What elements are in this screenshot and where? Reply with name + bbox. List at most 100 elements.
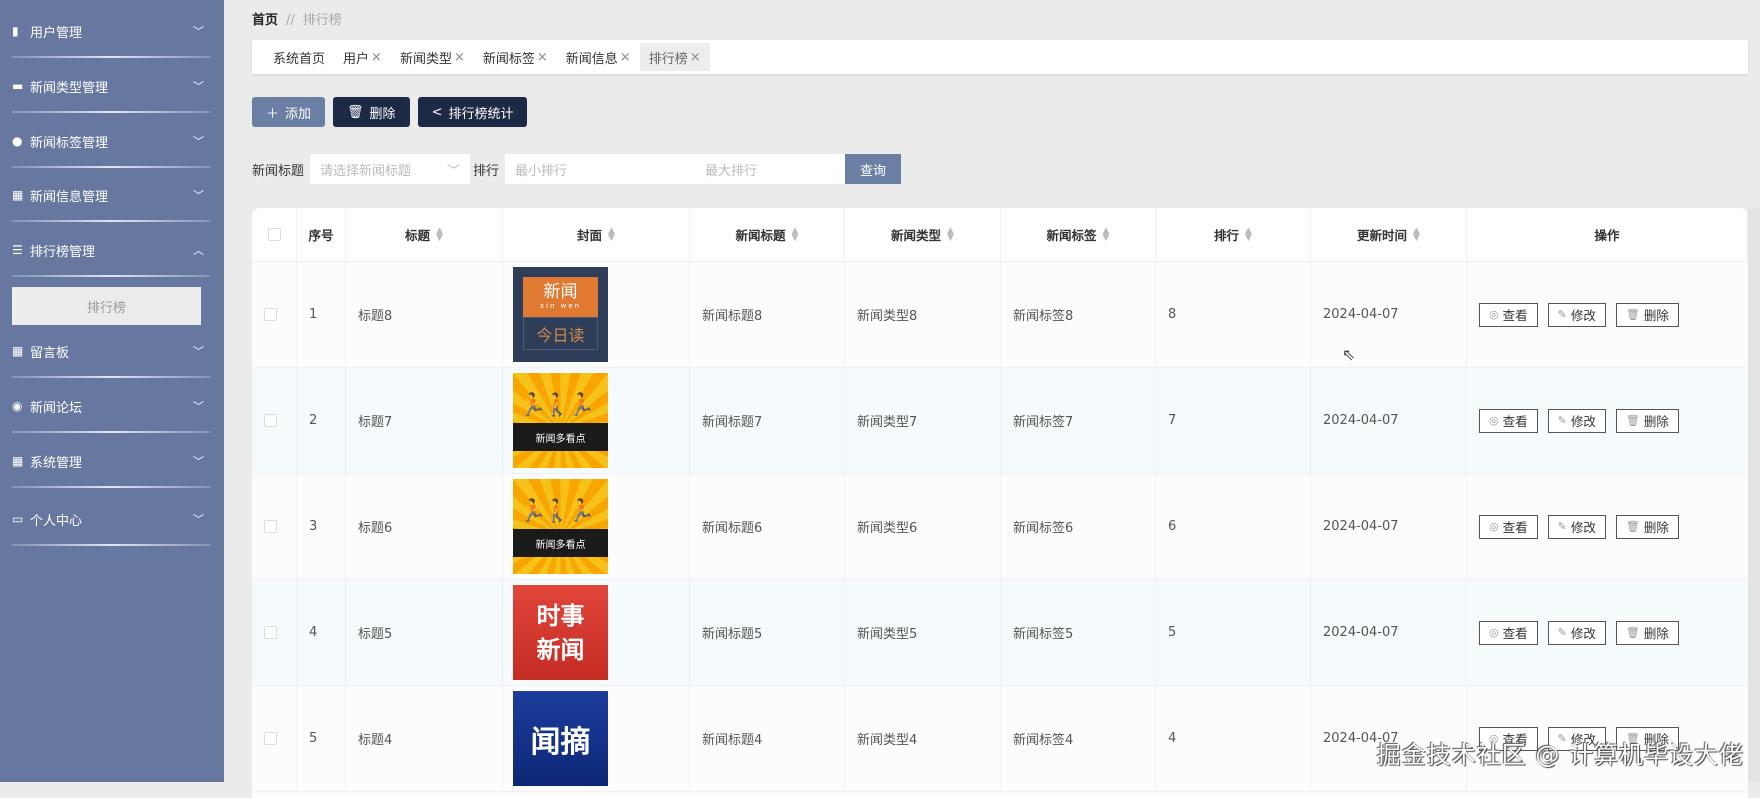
tab-5[interactable]: 排行榜 × <box>639 43 710 71</box>
sidebar-item-6[interactable]: ◉ 新闻论坛 ﹀ <box>0 379 224 433</box>
news-title-cell: 新闻标题5 <box>690 580 845 685</box>
tab-0[interactable]: 系统首页 <box>264 43 334 71</box>
trash-icon: 🗑︎ <box>1625 308 1640 321</box>
chevron-down-icon: ﹀ <box>193 400 204 413</box>
sidebar-item-7[interactable]: ▦ 系统管理 ﹀ <box>0 434 224 488</box>
header-cell[interactable]: 新闻类型 ▲ ▼ <box>845 208 1001 261</box>
chevron-up-icon: ︿ <box>193 244 204 257</box>
rank-cell: 5 <box>1156 580 1311 685</box>
sort-icon[interactable]: ▲ ▼ <box>1413 226 1420 242</box>
news-title-label: 新闻标题 <box>252 163 305 179</box>
trash-icon: 🗑︎ <box>1625 414 1640 427</box>
sort-icon[interactable]: ▲ ▼ <box>436 226 443 242</box>
row-delete-button[interactable]: 🗑︎ 删除 <box>1615 408 1679 433</box>
edit-button[interactable]: ✎ 修改 <box>1547 408 1606 433</box>
trash-icon: 🗑︎ <box>1625 626 1640 639</box>
close-icon[interactable]: × <box>371 50 382 65</box>
sidebar-item-8[interactable]: ▭ 个人中心 ﹀ <box>0 492 224 546</box>
chevron-down-icon: ﹀ <box>193 455 204 468</box>
rank-cell: 7 <box>1156 368 1311 473</box>
sidebar-item-5[interactable]: ▦ 留言板 ﹀ <box>0 324 224 378</box>
query-button[interactable]: 查询 <box>845 154 902 184</box>
tab-label: 新闻信息 <box>565 51 618 67</box>
rank: 5 <box>1168 625 1177 640</box>
row-checkbox[interactable] <box>264 732 277 745</box>
actions-cell: ◎ 查看 ✎ 修改 🗑︎ 删除 <box>1467 262 1748 367</box>
min-rank-input[interactable]: 最小排行 <box>505 154 696 184</box>
row-checkbox[interactable] <box>264 626 277 639</box>
sidebar-item-1[interactable]: ▬ 新闻类型管理 ﹀ <box>0 59 224 113</box>
sort-icon[interactable]: ▲ ▼ <box>947 226 954 242</box>
delete-button[interactable]: 🗑︎ 删除 <box>333 97 410 127</box>
sort-icon[interactable]: ▲ ▼ <box>1245 226 1252 242</box>
close-icon[interactable]: × <box>537 50 548 65</box>
tab-4[interactable]: 新闻信息 × <box>557 43 640 71</box>
rank-cell: 8 <box>1156 262 1311 367</box>
sidebar-item-4[interactable]: ☰ 排行榜管理 ︿ <box>0 223 224 277</box>
title: 标题8 <box>358 309 393 324</box>
row-number-cell: 4 <box>297 580 346 685</box>
view-button[interactable]: ◎ 查看 <box>1479 620 1538 645</box>
eye-icon: ◎ <box>1489 626 1499 639</box>
add-button[interactable]: ＋ 添加 <box>252 97 326 127</box>
row-checkbox[interactable] <box>264 414 277 427</box>
tab-3[interactable]: 新闻标签 × <box>474 43 557 71</box>
sidebar-item-label: 新闻信息管理 <box>30 189 109 205</box>
rank-cell: 6 <box>1156 474 1311 579</box>
row-delete-button[interactable]: 🗑︎ 删除 <box>1615 302 1679 327</box>
close-icon[interactable]: × <box>620 50 631 65</box>
header-cell[interactable]: 新闻标题 ▲ ▼ <box>690 208 845 261</box>
breadcrumb-home[interactable]: 首页 <box>252 13 278 28</box>
sidebar-item-label: 新闻论坛 <box>30 400 83 416</box>
list-icon: ☰ <box>12 243 23 257</box>
cover-cell: 新闻 xin wen 今日读 <box>503 262 690 367</box>
title-cell: 标题6 <box>346 474 503 579</box>
header-cell[interactable]: 新闻标签 ▲ ▼ <box>1001 208 1156 261</box>
chevron-down-icon: ﹀ <box>447 163 461 179</box>
select-all-checkbox[interactable] <box>267 228 281 241</box>
row-number-cell: 1 <box>297 262 346 367</box>
header-cell[interactable]: 排行 ▲ ▼ <box>1156 208 1311 261</box>
sidebar-item-2[interactable]: ● 新闻标签管理 ﹀ <box>0 114 224 168</box>
edit-button[interactable]: ✎ 修改 <box>1547 302 1606 327</box>
view-button[interactable]: ◎ 查看 <box>1479 302 1538 327</box>
header-cell[interactable]: 封面 ▲ ▼ <box>503 208 690 261</box>
edit-button[interactable]: ✎ 修改 <box>1547 514 1606 539</box>
header-cell[interactable]: 标题 ▲ ▼ <box>346 208 503 261</box>
view-button[interactable]: ◎ 查看 <box>1479 514 1538 539</box>
row-delete-button[interactable]: 🗑︎ 删除 <box>1615 620 1679 645</box>
header-cell[interactable]: 更新时间 ▲ ▼ <box>1311 208 1467 261</box>
checkbox-cell <box>252 580 297 685</box>
tab-label: 用户 <box>343 51 370 67</box>
stats-button[interactable]: < 排行榜统计 <box>417 97 528 127</box>
news-title-select[interactable]: 请选择新闻标题 ﹀ <box>310 154 471 184</box>
news-title: 新闻标题8 <box>702 309 763 324</box>
row-checkbox[interactable] <box>264 520 277 533</box>
add-label: 添加 <box>285 106 312 122</box>
grid-icon: ▦ <box>12 188 24 202</box>
news-type-cell: 新闻类型4 <box>845 686 1001 791</box>
row-delete-button[interactable]: 🗑︎ 删除 <box>1615 514 1679 539</box>
sidebar-subitem-ranking[interactable]: 排行榜 <box>12 287 201 325</box>
max-rank-input[interactable]: 最大排行 <box>695 154 846 184</box>
scrollbar[interactable] <box>1748 208 1760 782</box>
sort-icon[interactable]: ▲ ▼ <box>608 226 615 242</box>
sidebar-item-3[interactable]: ▦ 新闻信息管理 ﹀ <box>0 168 224 222</box>
max-rank-placeholder: 最大排行 <box>705 163 758 179</box>
edit-button[interactable]: ✎ 修改 <box>1547 620 1606 645</box>
close-icon[interactable]: × <box>454 50 465 65</box>
tab-2[interactable]: 新闻类型 × <box>391 43 474 71</box>
view-button[interactable]: ◎ 查看 <box>1479 408 1538 433</box>
tab-1[interactable]: 用户 × <box>334 43 391 71</box>
row-checkbox[interactable] <box>264 308 277 321</box>
close-icon[interactable]: × <box>690 50 701 65</box>
news-type-cell: 新闻类型6 <box>845 474 1001 579</box>
cover-cell: 🏃🚶🏃 新闻多看点 <box>503 368 690 473</box>
row-number: 5 <box>309 731 318 746</box>
sort-icon[interactable]: ▲ ▼ <box>792 226 799 242</box>
sidebar-item-0[interactable]: ▮ 用户管理 ﹀ <box>0 4 224 58</box>
update-time-cell: 2024-04-07 <box>1311 368 1467 473</box>
sort-icon[interactable]: ▲ ▼ <box>1103 226 1110 242</box>
news-type-cell: 新闻类型5 <box>845 580 1001 685</box>
chevron-down-icon: ﹀ <box>193 189 204 202</box>
